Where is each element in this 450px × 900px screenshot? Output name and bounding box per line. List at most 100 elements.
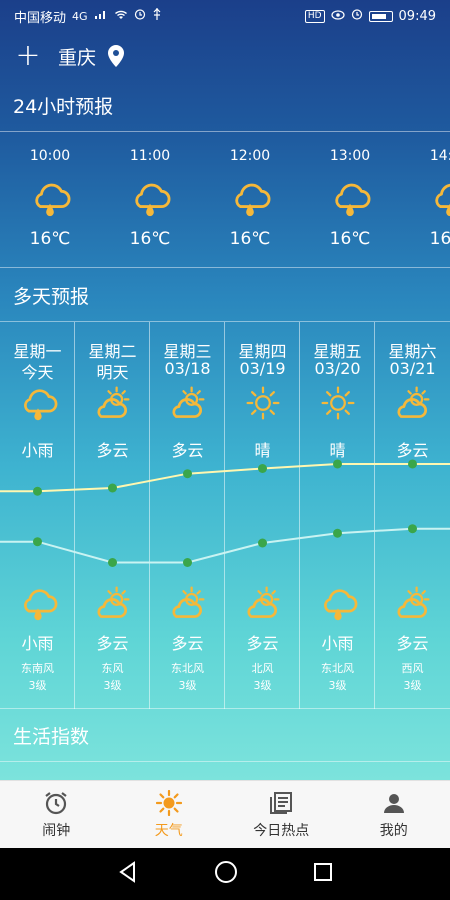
night-condition: 小雨 — [21, 634, 54, 653]
tab-label: 闹钟 — [42, 822, 71, 839]
location-pin-icon[interactable] — [108, 45, 125, 67]
wind-direction: 东风 — [101, 662, 124, 675]
recents-icon[interactable] — [313, 862, 333, 886]
daily-forecast-title: 多天预报 — [0, 270, 450, 322]
hour-time: 10:00 — [29, 148, 71, 164]
battery-icon — [368, 10, 393, 22]
eye-icon — [330, 9, 345, 24]
wind-direction: 东北风 — [171, 662, 204, 675]
daily-forecast-list[interactable]: 星期一 今天 小雨 小雨 东南风 3级 星期二 明天 多云 多云 东风 3级 星… — [0, 322, 450, 709]
alarm-status-icon — [134, 8, 146, 24]
status-time: 09:49 — [398, 8, 436, 24]
wind-level: 3级 — [403, 679, 422, 692]
network-label: 4G — [72, 9, 88, 23]
hour-time: 14:00 — [429, 148, 450, 164]
rain-cloud-icon — [328, 178, 372, 218]
bottom-navigation: 闹钟 天气 今日热点 我的 — [0, 780, 450, 848]
partly-cloudy-icon — [393, 584, 433, 622]
hourly-forecast-title: 24小时预报 — [0, 80, 450, 132]
sun-icon — [318, 384, 358, 422]
day-condition: 多云 — [396, 441, 429, 460]
tab-alarm[interactable]: 闹钟 — [0, 781, 113, 848]
partly-cloudy-icon — [93, 584, 133, 622]
hour-time: 11:00 — [129, 148, 171, 164]
signal-icon — [94, 8, 108, 24]
city-name[interactable]: 重庆 — [58, 43, 96, 70]
wind-level: 3级 — [328, 679, 347, 692]
sun-icon — [155, 789, 182, 816]
partly-cloudy-icon — [168, 584, 208, 622]
hd-badge: HD — [304, 9, 325, 23]
rain-cloud-icon — [428, 178, 450, 218]
wind-level: 3级 — [253, 679, 272, 692]
clock-status-icon — [351, 8, 363, 24]
hour-time: 12:00 — [229, 148, 271, 164]
day-condition: 多云 — [96, 441, 129, 460]
day-column: 星期三 03/18 多云 多云 东北风 3级 — [150, 322, 225, 709]
day-date: 明天 — [96, 363, 129, 382]
partly-cloudy-icon — [393, 384, 433, 422]
tab-me[interactable]: 我的 — [338, 781, 450, 848]
night-condition: 多云 — [171, 634, 204, 653]
person-icon — [381, 790, 407, 816]
day-column: 星期二 明天 多云 多云 东风 3级 — [75, 322, 150, 709]
partly-cloudy-icon — [243, 584, 283, 622]
wind-direction: 东南风 — [21, 662, 54, 675]
hour-temp: 16℃ — [429, 229, 450, 249]
hourly-forecast-list[interactable]: 10:00 16℃ 11:00 16℃ 12:00 16℃ 13:00 16℃ … — [0, 132, 450, 268]
hour-temp: 16℃ — [29, 229, 71, 249]
tab-label: 今日热点 — [253, 822, 310, 839]
night-condition: 多云 — [396, 634, 429, 653]
day-condition: 晴 — [329, 441, 346, 460]
partly-cloudy-icon — [93, 384, 133, 422]
hour-temp: 16℃ — [129, 229, 171, 249]
partly-cloudy-icon — [168, 384, 208, 422]
day-date: 03/21 — [389, 359, 436, 378]
rain-cloud-icon — [228, 178, 272, 218]
rain-cloud-icon — [318, 584, 358, 622]
life-index-title: 生活指数 — [0, 710, 450, 762]
day-condition: 晴 — [254, 441, 271, 460]
sun-icon — [243, 384, 283, 422]
day-column: 星期五 03/20 晴 小雨 东北风 3级 — [300, 322, 375, 709]
day-column: 星期一 今天 小雨 小雨 东南风 3级 — [0, 322, 75, 709]
tab-label: 我的 — [379, 822, 408, 839]
day-column: 星期六 03/21 多云 多云 西风 3级 — [375, 322, 450, 709]
usb-icon — [152, 8, 162, 24]
wind-direction: 东北风 — [321, 662, 354, 675]
wind-level: 3级 — [103, 679, 122, 692]
rain-cloud-icon — [28, 178, 72, 218]
tab-weather[interactable]: 天气 — [113, 781, 226, 848]
rain-cloud-icon — [18, 384, 58, 422]
news-icon — [268, 790, 294, 816]
day-condition: 多云 — [171, 441, 204, 460]
night-condition: 小雨 — [321, 634, 354, 653]
hour-temp: 16℃ — [229, 229, 271, 249]
back-icon[interactable] — [117, 861, 139, 887]
system-navigation-bar — [0, 848, 450, 900]
tab-hot-news[interactable]: 今日热点 — [225, 781, 338, 848]
top-bar: + 重庆 — [0, 32, 450, 80]
home-icon[interactable] — [214, 860, 238, 888]
carrier-label: 中国移动 — [14, 10, 67, 26]
night-condition: 多云 — [246, 634, 279, 653]
wind-level: 3级 — [178, 679, 197, 692]
hour-temp: 16℃ — [329, 229, 371, 249]
hour-time: 13:00 — [329, 148, 371, 164]
day-date: 今天 — [21, 363, 54, 382]
day-date: 03/18 — [164, 359, 211, 378]
wifi-icon — [114, 8, 128, 24]
alarm-clock-icon — [43, 790, 69, 816]
tab-label: 天气 — [154, 822, 183, 839]
rain-cloud-icon — [18, 584, 58, 622]
day-column: 星期四 03/19 晴 多云 北风 3级 — [225, 322, 300, 709]
wind-level: 3级 — [28, 679, 47, 692]
rain-cloud-icon — [128, 178, 172, 218]
wind-direction: 西风 — [401, 662, 424, 675]
status-bar: 中国移动 4G HD 09:49 — [0, 0, 450, 32]
day-date: 03/20 — [314, 359, 361, 378]
day-date: 03/19 — [239, 359, 286, 378]
night-condition: 多云 — [96, 634, 129, 653]
wind-direction: 北风 — [251, 662, 274, 675]
add-city-icon[interactable]: + — [14, 41, 42, 71]
